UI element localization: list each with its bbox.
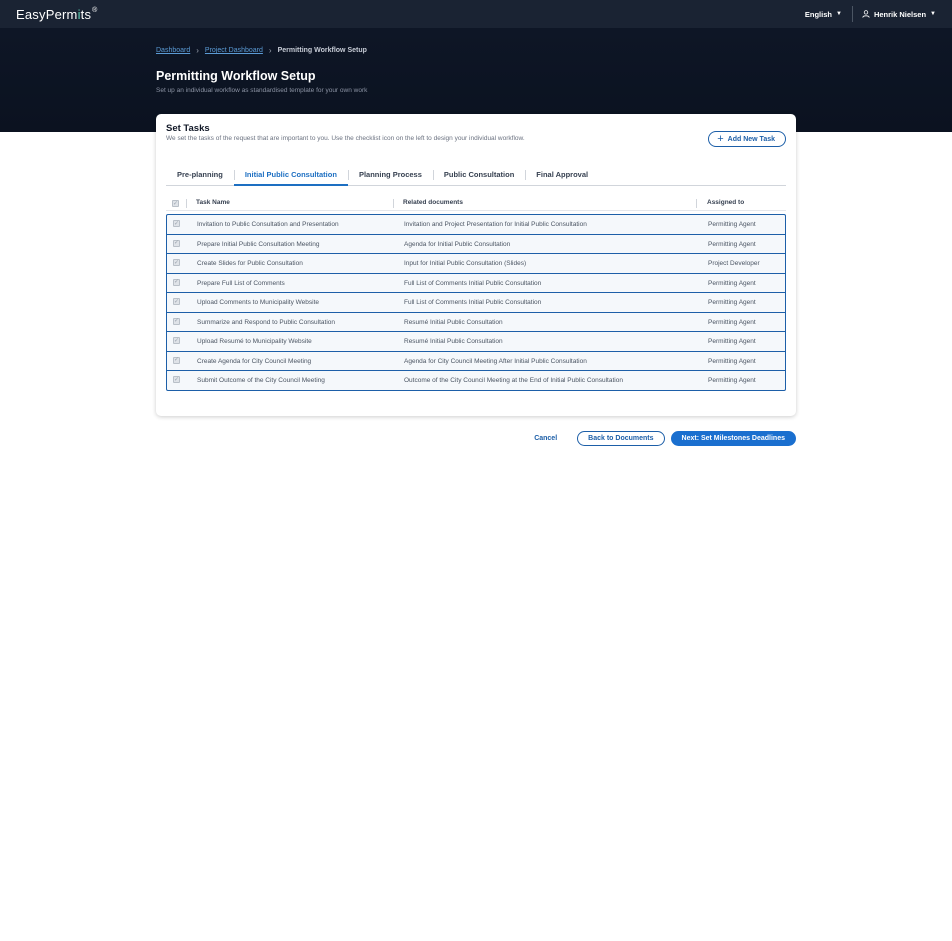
table-row[interactable]: ✓ Upload Comments to Municipality Websit… [166, 292, 786, 313]
column-divider [186, 199, 187, 208]
task-name: Create Slides for Public Consultation [197, 260, 303, 267]
tab-planning-process[interactable]: Planning Process [347, 164, 433, 185]
phase-tabs: Pre-planning Initial Public Consultation… [166, 164, 786, 186]
row-checkbox[interactable]: ✓ [173, 337, 180, 344]
top-right-controls: English ▼ Henrik Nielsen ▼ [805, 6, 936, 22]
user-name: Henrik Nielsen [873, 9, 927, 19]
column-header-related-documents[interactable]: Related documents [403, 199, 463, 206]
assigned-to: Permitting Agent [708, 377, 756, 384]
row-checkbox[interactable]: ✓ [173, 239, 180, 247]
table-row[interactable]: ✓ Invitation to Public Consultation and … [166, 214, 786, 235]
top-navigation-bar: EasyPerm i ts ® English ▼ Henrik Nielsen ▼ [0, 0, 952, 28]
table-row[interactable]: ✓ Summarize and Respond to Public Consul… [166, 311, 786, 332]
task-name: Submit Outcome of the City Council Meeti… [197, 377, 325, 384]
card-title: Set Tasks [166, 123, 210, 134]
task-name: Invitation to Public Consultation and Pr… [197, 221, 339, 228]
assigned-to: Permitting Agent [708, 240, 756, 248]
tab-public-consultation[interactable]: Public Consultation [432, 164, 525, 185]
select-all-checkbox[interactable]: ✓ [172, 200, 179, 207]
user-menu[interactable]: Henrik Nielsen ▼ [862, 10, 936, 19]
set-tasks-card: Set Tasks We set the tasks of the reques… [156, 114, 796, 416]
table-row[interactable]: ✓ Create Agenda for City Council Meeting… [166, 350, 786, 371]
assigned-to: Permitting Agent [708, 279, 756, 287]
divider [851, 6, 853, 22]
back-to-documents-button[interactable]: Back to Documents [577, 431, 665, 446]
related-document: Resumé Initial Public Consultation [404, 338, 503, 345]
logo-text: EasyPerm [16, 6, 78, 22]
card-description: We set the tasks of the request that are… [166, 135, 525, 142]
related-document: Agenda for Initial Public Consultation [404, 240, 511, 248]
next-set-milestones-button[interactable]: Next: Set Milestones Deadlines [670, 431, 796, 446]
row-checkbox[interactable]: ✓ [173, 298, 180, 305]
related-document: Resumé Initial Public Consultation [404, 318, 503, 326]
task-name: Create Agenda for City Council Meeting [197, 357, 312, 365]
assigned-to: Permitting Agent [708, 299, 756, 306]
add-new-task-button[interactable]: + Add New Task [708, 131, 786, 147]
chevron-right-icon: › [268, 46, 272, 55]
assigned-to: Permitting Agent [708, 357, 756, 365]
caret-down-icon: ▼ [835, 11, 842, 17]
table-row[interactable]: ✓ Upload Resumé to Municipality Website … [166, 331, 786, 352]
breadcrumb-project-dashboard[interactable]: Project Dashboard [205, 47, 263, 54]
logo-text-end: ts [80, 6, 92, 22]
tab-pre-planning[interactable]: Pre-planning [166, 164, 234, 185]
table-row[interactable]: ✓ Create Slides for Public Consultation … [166, 253, 786, 274]
task-table-body: ✓ Invitation to Public Consultation and … [166, 214, 786, 391]
language-label: English [804, 9, 832, 19]
row-checkbox[interactable]: ✓ [173, 356, 180, 364]
user-icon [862, 10, 870, 18]
task-name: Prepare Initial Public Consultation Meet… [197, 240, 320, 248]
breadcrumb-dashboard[interactable]: Dashboard [156, 47, 190, 54]
plus-icon: + [717, 132, 724, 145]
column-header-task-name[interactable]: Task Name [196, 199, 230, 206]
row-checkbox[interactable]: ✓ [173, 376, 180, 383]
tab-initial-public-consultation[interactable]: Initial Public Consultation [233, 164, 348, 186]
easypermits-logo[interactable]: EasyPerm i ts ® [16, 7, 98, 22]
task-name: Summarize and Respond to Public Consulta… [197, 318, 336, 326]
cancel-button[interactable]: Cancel [534, 435, 557, 442]
page-title: Permitting Workflow Setup [156, 69, 316, 83]
column-divider [393, 199, 394, 208]
table-row[interactable]: ✓ Submit Outcome of the City Council Mee… [166, 370, 786, 391]
page-subtitle: Set up an individual workflow as standar… [156, 87, 368, 94]
chevron-right-icon: › [196, 46, 199, 55]
tab-final-approval[interactable]: Final Approval [525, 164, 599, 185]
table-row[interactable]: ✓ Prepare Full List of Comments Full Lis… [166, 272, 786, 293]
related-document: Full List of Comments Initial Public Con… [404, 299, 542, 306]
row-checkbox[interactable]: ✓ [173, 220, 180, 227]
breadcrumb-current: Permitting Workflow Setup [277, 47, 367, 54]
assigned-to: Permitting Agent [708, 221, 756, 228]
related-document: Invitation and Project Presentation for … [404, 221, 587, 228]
caret-down-icon: ▼ [930, 11, 936, 17]
column-divider [696, 199, 697, 208]
table-row[interactable]: ✓ Prepare Initial Public Consultation Me… [166, 233, 786, 254]
task-name: Prepare Full List of Comments [197, 279, 285, 287]
table-header: ✓ Task Name Related documents Assigned t… [166, 196, 786, 211]
related-document: Outcome of the City Council Meeting at t… [404, 377, 623, 384]
column-header-assigned-to[interactable]: Assigned to [707, 199, 744, 206]
row-checkbox[interactable]: ✓ [173, 317, 180, 325]
language-selector[interactable]: English ▼ [805, 10, 842, 19]
row-checkbox[interactable]: ✓ [173, 259, 180, 266]
assigned-to: Permitting Agent [708, 318, 756, 326]
row-checkbox[interactable]: ✓ [173, 278, 180, 286]
related-document: Full List of Comments Initial Public Con… [404, 279, 542, 287]
footer-actions: Cancel Back to Documents Next: Set Miles… [534, 431, 796, 446]
breadcrumb: Dashboard › Project Dashboard › Permitti… [156, 46, 367, 55]
assigned-to: Permitting Agent [708, 338, 756, 345]
logo-registered-mark: ® [92, 6, 98, 14]
related-document: Agenda for City Council Meeting After In… [404, 357, 587, 365]
task-name: Upload Comments to Municipality Website [197, 299, 319, 306]
assigned-to: Project Developer [708, 260, 760, 267]
related-document: Input for Initial Public Consultation (S… [404, 260, 527, 267]
add-new-task-label: Add New Task [727, 135, 775, 143]
task-name: Upload Resumé to Municipality Website [197, 338, 312, 345]
